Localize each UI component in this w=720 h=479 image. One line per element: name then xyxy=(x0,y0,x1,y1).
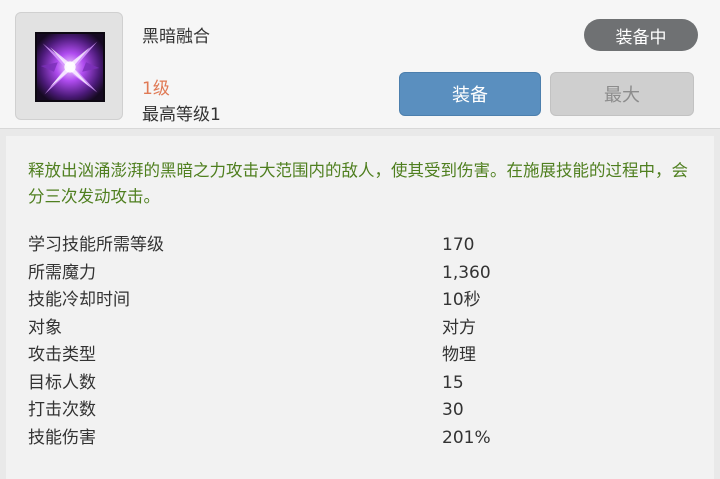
skill-max-level: 最高等级1 xyxy=(142,105,221,125)
skill-current-level: 1级 xyxy=(142,79,170,99)
skill-details-panel: 释放出汹涌澎湃的黑暗之力攻击大范围内的敌人，使其受到伤害。在施展技能的过程中，会… xyxy=(6,136,714,479)
skill-header-card: 黑暗融合 1级 最高等级1 装备中 装备 最大 xyxy=(0,0,720,129)
stat-row-required-level: 学习技能所需等级 170 xyxy=(28,232,588,260)
skill-icon-frame xyxy=(15,12,123,120)
stat-row-hit-count: 打击次数 30 xyxy=(28,397,588,425)
stat-value: 30 xyxy=(442,400,464,420)
equipped-status-badge: 装备中 xyxy=(584,19,698,51)
skill-stats-list: 学习技能所需等级 170 所需魔力 1,360 技能冷却时间 10秒 对象 对方… xyxy=(28,232,588,452)
stat-row-target: 对象 对方 xyxy=(28,315,588,343)
stat-value: 物理 xyxy=(442,345,476,365)
stat-row-skill-damage: 技能伤害 201% xyxy=(28,425,588,453)
stat-label: 打击次数 xyxy=(28,400,96,420)
stat-label: 技能伤害 xyxy=(28,427,96,448)
dark-fusion-icon-graphic xyxy=(37,34,103,100)
dark-fusion-skill-icon xyxy=(35,32,105,102)
stat-row-target-count: 目标人数 15 xyxy=(28,370,588,398)
stat-label: 学习技能所需等级 xyxy=(28,235,164,255)
stat-value: 1,360 xyxy=(442,262,491,283)
stat-row-attack-type: 攻击类型 物理 xyxy=(28,342,588,370)
stat-value: 10秒 xyxy=(442,290,481,310)
stat-label: 攻击类型 xyxy=(28,345,96,365)
stat-label: 技能冷却时间 xyxy=(28,290,130,310)
equip-button[interactable]: 装备 xyxy=(399,72,541,116)
max-level-button[interactable]: 最大 xyxy=(550,72,694,116)
stat-label: 目标人数 xyxy=(28,372,96,393)
stat-value: 201% xyxy=(442,427,491,448)
stat-label: 所需魔力 xyxy=(28,262,96,283)
stat-row-mana-cost: 所需魔力 1,360 xyxy=(28,260,588,288)
skill-description: 释放出汹涌澎湃的黑暗之力攻击大范围内的敌人，使其受到伤害。在施展技能的过程中，会… xyxy=(28,161,688,206)
skill-name: 黑暗融合 xyxy=(142,27,210,47)
stat-label: 对象 xyxy=(28,317,62,338)
stat-value: 对方 xyxy=(442,317,476,338)
stat-value: 15 xyxy=(442,372,464,393)
stat-value: 170 xyxy=(442,235,475,255)
stat-row-cooldown: 技能冷却时间 10秒 xyxy=(28,287,588,315)
